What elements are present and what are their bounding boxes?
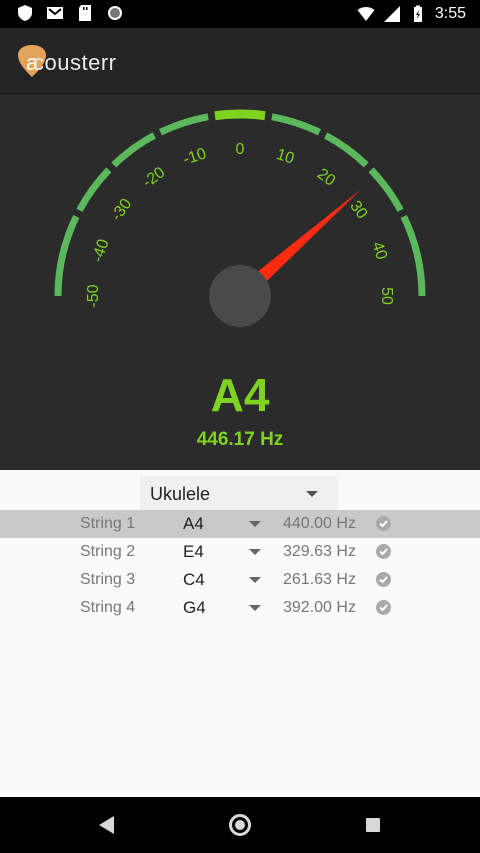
string-note-select[interactable]: A4 <box>183 514 204 534</box>
gauge-arc-segment <box>76 167 112 212</box>
gauge-scale-label: 50 <box>378 287 395 305</box>
gauge-scale-label: 30 <box>346 198 370 222</box>
gauge-arc-segment <box>324 132 369 168</box>
strings-panel: Ukulele String 1 A4 440.00 Hz String 2 E… <box>0 470 480 797</box>
tuner-panel: -50 -40 -30 -20 -10 0 10 20 30 40 50 A4 446.17 Hz <box>0 94 480 470</box>
string-frequency: 329.63 Hz <box>283 543 356 560</box>
gauge-hub <box>209 265 271 327</box>
string-label: String 2 <box>80 543 136 560</box>
gauge-arc-segment <box>54 214 80 297</box>
back-icon[interactable] <box>99 816 114 834</box>
gauge-arc-segment <box>158 113 209 136</box>
gauge-scale-label: -50 <box>85 284 102 307</box>
string-label: String 3 <box>80 571 136 588</box>
string-frequency: 392.00 Hz <box>283 599 356 616</box>
gauge-arc-segment <box>368 167 404 212</box>
dropdown-arrow-icon[interactable] <box>249 549 261 555</box>
gauge-scale-label: 40 <box>368 240 390 262</box>
instrument-value: Ukulele <box>150 484 211 504</box>
dropdown-arrow-icon[interactable] <box>249 521 261 527</box>
app-logo-text: cousterr <box>33 50 117 75</box>
app-bar: a cousterr <box>0 28 480 94</box>
gmail-icon <box>47 7 63 19</box>
gauge-arc-segment <box>400 214 426 297</box>
gauge-scale-label: -20 <box>140 164 169 191</box>
string-label: String 1 <box>80 515 136 532</box>
gauge-scale-label: -30 <box>108 196 135 225</box>
string-note-select[interactable]: C4 <box>183 570 205 590</box>
gauge-scale-label: 0 <box>236 141 245 158</box>
detected-frequency: 446.17 Hz <box>196 429 284 450</box>
home-icon[interactable] <box>229 814 251 836</box>
gauge-scale-label: -10 <box>181 145 208 168</box>
gauge-arc-segment <box>111 132 156 168</box>
string-row[interactable]: String 2 E4 329.63 Hz <box>0 538 480 566</box>
tuner-gauge: -50 -40 -30-20 -10 0 10 20 30 40 50 <box>54 109 426 327</box>
string-note-select[interactable]: E4 <box>183 542 204 562</box>
gauge-scale-label: 20 <box>314 166 338 190</box>
circle-icon <box>108 6 122 20</box>
check-icon[interactable] <box>376 600 391 615</box>
check-icon[interactable] <box>376 572 391 587</box>
dropdown-arrow-icon[interactable] <box>249 577 261 583</box>
gauge-arc-center <box>214 109 266 121</box>
string-row[interactable]: String 1 A4 440.00 Hz <box>0 510 480 538</box>
dropdown-arrow-icon <box>306 491 318 497</box>
status-bar: 3:55 <box>0 0 480 28</box>
dropdown-arrow-icon[interactable] <box>249 605 261 611</box>
instrument-dropdown[interactable]: Ukulele <box>140 476 338 510</box>
check-icon[interactable] <box>376 516 391 531</box>
string-frequency: 261.63 Hz <box>283 571 356 588</box>
navigation-bar <box>0 797 480 853</box>
battery-icon <box>413 5 422 22</box>
string-row[interactable]: String 3 C4 261.63 Hz <box>0 566 480 594</box>
check-icon[interactable] <box>376 544 391 559</box>
string-note-select[interactable]: G4 <box>183 598 206 618</box>
gauge-scale-label: 10 <box>274 146 296 168</box>
string-frequency: 440.00 Hz <box>283 515 356 532</box>
wifi-icon <box>357 7 375 21</box>
recents-icon[interactable] <box>366 818 380 832</box>
gauge-scale-label: -40 <box>89 237 112 264</box>
string-row[interactable]: String 4 G4 392.00 Hz <box>0 594 480 622</box>
detected-note: A4 <box>210 369 270 421</box>
string-label: String 4 <box>80 599 136 616</box>
shield-icon <box>18 5 32 21</box>
sd-card-icon <box>79 5 91 21</box>
gauge-arc-segment <box>271 113 322 136</box>
signal-icon <box>383 6 400 22</box>
status-time: 3:55 <box>434 5 466 22</box>
